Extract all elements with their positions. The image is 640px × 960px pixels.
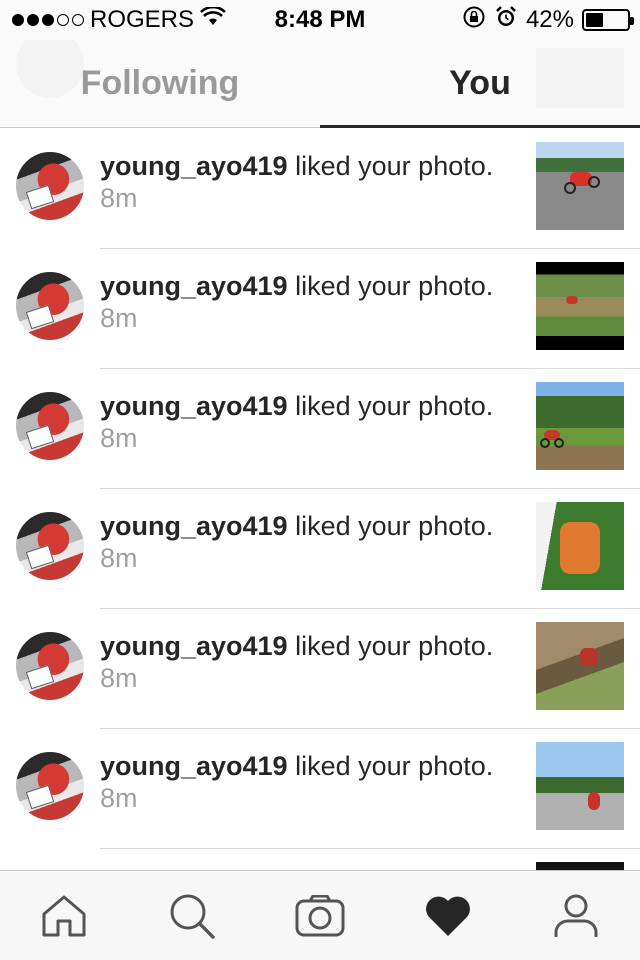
activity-text: young_ayo419 liked your photo. 8m	[100, 750, 520, 814]
action-text-2: photo.	[418, 391, 494, 421]
avatar[interactable]	[16, 752, 84, 820]
timestamp: 8m	[100, 183, 138, 213]
search-icon[interactable]	[160, 884, 224, 948]
action-text: liked your	[295, 511, 411, 541]
camera-icon[interactable]	[288, 884, 352, 948]
username-link[interactable]: young_ayo419	[100, 631, 288, 661]
heart-icon[interactable]	[416, 884, 480, 948]
activity-tabs: Following You	[0, 30, 640, 128]
activity-item[interactable]	[0, 848, 640, 870]
photo-thumbnail[interactable]	[536, 862, 624, 870]
action-text: liked your	[295, 751, 411, 781]
username-link[interactable]: young_ayo419	[100, 751, 288, 781]
activity-text: young_ayo419 liked your photo. 8m	[100, 150, 520, 214]
activity-item[interactable]: young_ayo419 liked your photo. 8m	[0, 248, 640, 368]
action-text: liked your	[295, 271, 411, 301]
activity-feed[interactable]: young_ayo419 liked your photo. 8m young_…	[0, 128, 640, 870]
photo-thumbnail[interactable]	[536, 262, 624, 350]
activity-item[interactable]: young_ayo419 liked your photo. 8m	[0, 368, 640, 488]
username-link[interactable]: young_ayo419	[100, 271, 288, 301]
timestamp: 8m	[100, 303, 138, 333]
timestamp: 8m	[100, 663, 138, 693]
activity-text: young_ayo419 liked your photo. 8m	[100, 390, 520, 454]
action-text: liked your	[295, 151, 411, 181]
home-icon[interactable]	[32, 884, 96, 948]
activity-item[interactable]: young_ayo419 liked your photo. 8m	[0, 728, 640, 848]
photo-thumbnail[interactable]	[536, 142, 624, 230]
wifi-icon	[200, 5, 226, 34]
status-right: 42%	[462, 5, 634, 36]
tab-you[interactable]: You	[320, 40, 640, 128]
profile-icon[interactable]	[544, 884, 608, 948]
photo-thumbnail[interactable]	[536, 502, 624, 590]
action-text-2: photo.	[418, 631, 494, 661]
activity-item[interactable]: young_ayo419 liked your photo. 8m	[0, 488, 640, 608]
action-text-2: photo.	[418, 271, 494, 301]
action-text: liked your	[295, 631, 411, 661]
photo-thumbnail[interactable]	[536, 622, 624, 710]
avatar[interactable]	[16, 632, 84, 700]
activity-text: young_ayo419 liked your photo. 8m	[100, 630, 520, 694]
photo-thumbnail[interactable]	[536, 382, 624, 470]
photo-thumbnail[interactable]	[536, 742, 624, 830]
action-text: liked your	[295, 391, 411, 421]
action-text-2: photo.	[418, 151, 494, 181]
avatar[interactable]	[16, 152, 84, 220]
timestamp: 8m	[100, 543, 138, 573]
carrier-label: ROGERS	[90, 6, 195, 33]
action-text-2: photo.	[418, 511, 494, 541]
activity-text: young_ayo419 liked your photo. 8m	[100, 510, 520, 574]
activity-item[interactable]: young_ayo419 liked your photo. 8m	[0, 128, 640, 248]
username-link[interactable]: young_ayo419	[100, 151, 288, 181]
activity-text: young_ayo419 liked your photo. 8m	[100, 270, 520, 334]
signal-strength-icon	[12, 14, 84, 26]
status-bar: ROGERS 8:48 PM 42%	[0, 0, 640, 40]
username-link[interactable]: young_ayo419	[100, 391, 288, 421]
timestamp: 8m	[100, 423, 138, 453]
battery-percent: 42%	[525, 6, 574, 33]
avatar[interactable]	[16, 512, 84, 580]
status-left: ROGERS	[12, 5, 226, 34]
battery-level	[586, 13, 603, 27]
activity-item[interactable]: young_ayo419 liked your photo. 8m	[0, 608, 640, 728]
username-link[interactable]: young_ayo419	[100, 511, 288, 541]
avatar[interactable]	[16, 272, 84, 340]
avatar[interactable]	[16, 392, 84, 460]
alarm-icon	[494, 5, 518, 36]
action-text-2: photo.	[418, 751, 494, 781]
battery-icon	[582, 9, 634, 31]
timestamp: 8m	[100, 783, 138, 813]
tab-bar	[0, 870, 640, 960]
tab-following[interactable]: Following	[0, 40, 320, 127]
rotation-lock-icon	[462, 5, 486, 36]
